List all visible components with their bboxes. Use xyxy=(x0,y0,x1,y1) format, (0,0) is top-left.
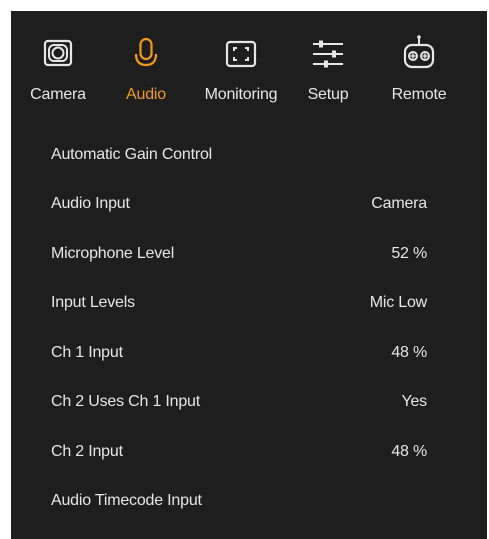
remote-control-icon xyxy=(399,34,439,74)
setting-input-levels[interactable]: Input Levels Mic Low xyxy=(11,279,487,329)
setting-audio-timecode-input[interactable]: Audio Timecode Input xyxy=(11,477,487,527)
setting-value: Yes xyxy=(401,393,427,411)
setting-value: Mic Low xyxy=(369,294,427,312)
microphone-icon xyxy=(126,34,166,74)
setting-ch2-uses-ch1-input[interactable]: Ch 2 Uses Ch 1 Input Yes xyxy=(11,378,487,428)
setting-label: Audio Input xyxy=(51,195,130,213)
tab-remote[interactable]: Remote xyxy=(381,11,457,121)
setting-label: Ch 2 Uses Ch 1 Input xyxy=(51,393,200,411)
tab-monitoring-label: Monitoring xyxy=(204,86,278,103)
setting-label: Automatic Gain Control xyxy=(51,145,213,163)
camera-icon xyxy=(38,34,78,74)
setting-label: Ch 1 Input xyxy=(51,343,123,361)
setting-value: 48 % xyxy=(391,442,427,460)
setting-value: 48 % xyxy=(391,343,427,361)
tab-audio[interactable]: Audio xyxy=(115,11,177,121)
tab-setup[interactable]: Setup xyxy=(299,11,357,121)
setting-value: Camera xyxy=(371,195,427,213)
settings-list: Automatic Gain Control Audio Input Camer… xyxy=(11,130,487,526)
tab-audio-label: Audio xyxy=(126,86,166,103)
tab-remote-label: Remote xyxy=(391,86,447,103)
frame-guides-icon xyxy=(221,34,261,74)
setting-label: Input Levels xyxy=(51,294,135,312)
tab-setup-label: Setup xyxy=(307,86,349,103)
setting-ch2-input[interactable]: Ch 2 Input 48 % xyxy=(11,427,487,477)
setting-microphone-level[interactable]: Microphone Level 52 % xyxy=(11,229,487,279)
setting-label: Microphone Level xyxy=(51,244,175,262)
audio-settings-panel: Camera Audio Monitoring Setup Remote Aut… xyxy=(11,11,487,539)
setting-audio-input[interactable]: Audio Input Camera xyxy=(11,180,487,230)
tab-camera-label: Camera xyxy=(30,86,86,103)
tab-monitoring[interactable]: Monitoring xyxy=(192,11,290,121)
setting-label: Audio Timecode Input xyxy=(51,492,202,510)
setting-automatic-gain-control[interactable]: Automatic Gain Control xyxy=(11,130,487,180)
settings-tab-bar: Camera Audio Monitoring Setup Remote xyxy=(11,11,487,121)
setting-value: 52 % xyxy=(391,244,427,262)
setting-ch1-input[interactable]: Ch 1 Input 48 % xyxy=(11,328,487,378)
setting-label: Ch 2 Input xyxy=(51,442,123,460)
sliders-icon xyxy=(308,34,348,74)
tab-camera[interactable]: Camera xyxy=(19,11,97,121)
